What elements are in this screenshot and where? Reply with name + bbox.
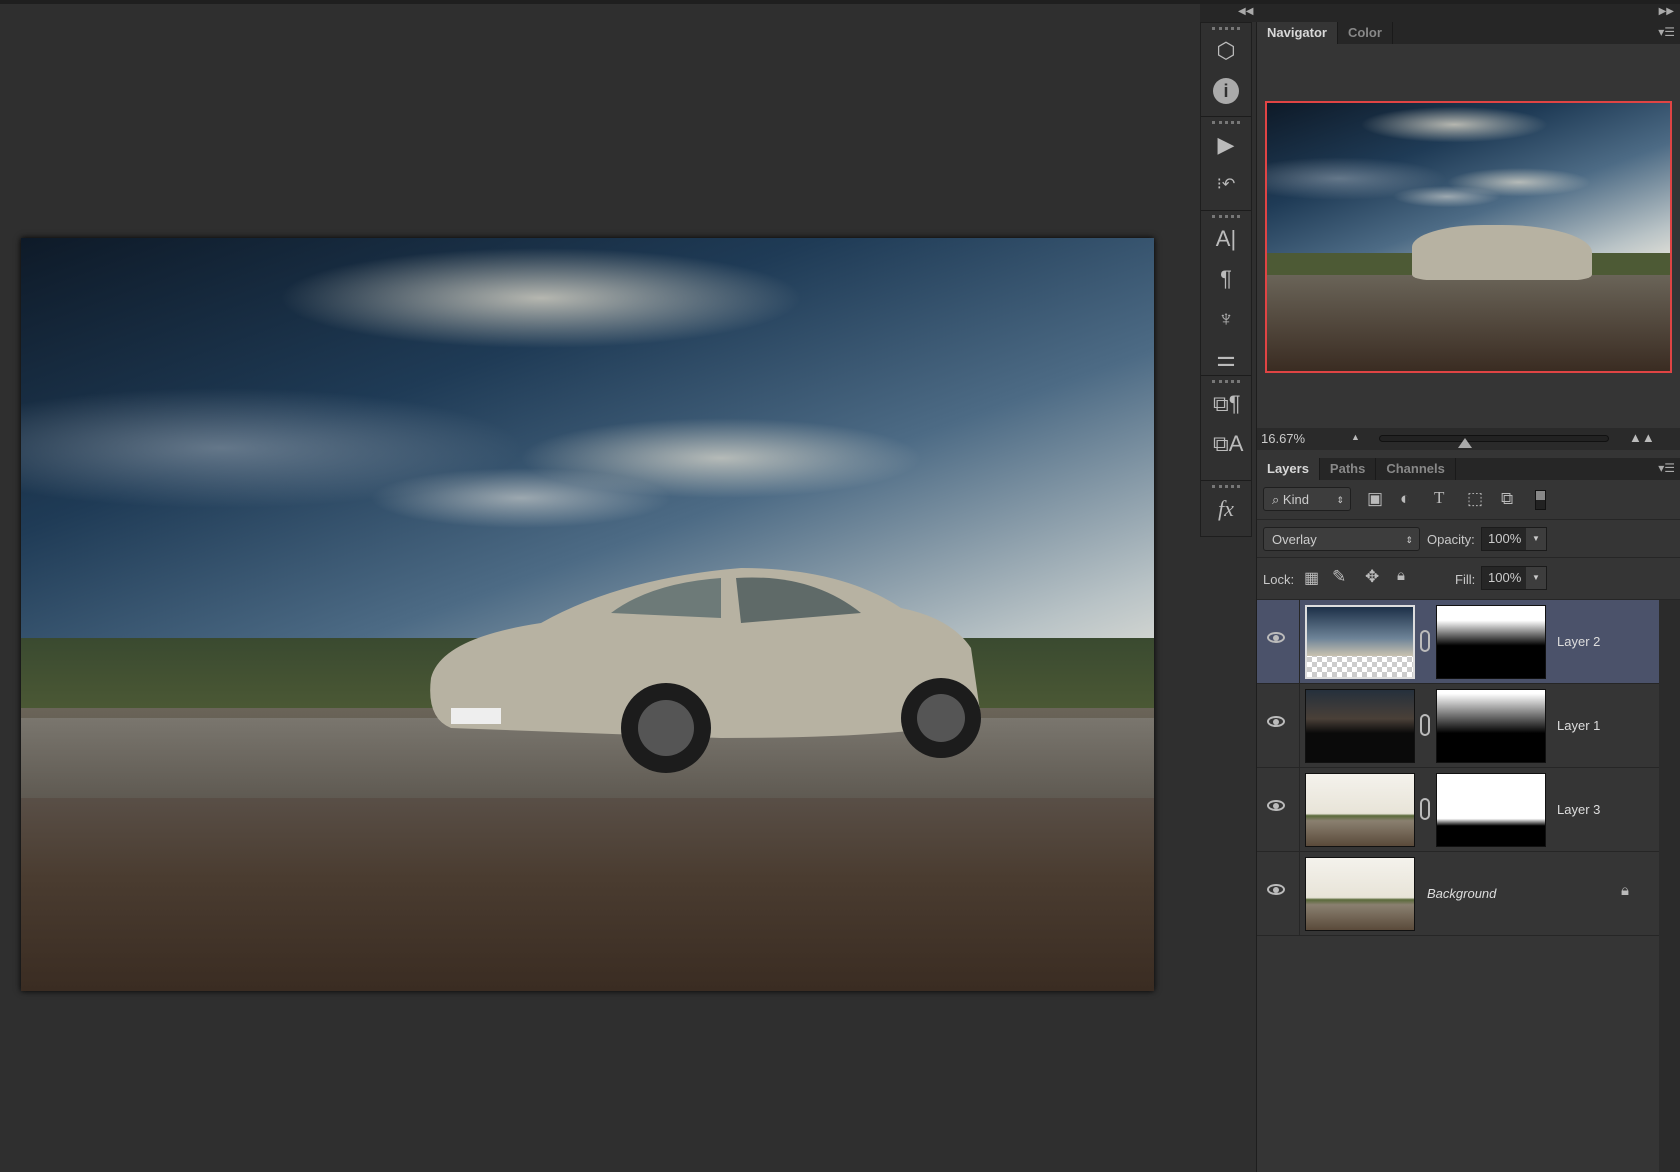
lock-row: Lock: ▦ ✎ ✥ 🔒︎ Fill: 100% ▼ [1257,558,1680,600]
tab-layers[interactable]: Layers [1257,458,1320,480]
info-icon[interactable]: i [1213,78,1239,104]
visibility-eye-icon[interactable] [1267,716,1285,727]
collapsed-panel-strip: ⬡ i ▶ ⁝↶ A| ¶ ♆ ⚌ ⧉¶ ⧉A fx [1200,22,1252,537]
opacity-field[interactable]: 100% ▼ [1481,527,1547,551]
opacity-dropdown-icon[interactable]: ▼ [1526,528,1546,550]
zoom-slider-thumb[interactable] [1458,438,1472,448]
filter-type-icon[interactable]: T [1434,488,1444,508]
blend-row: Overlay ⇕ Opacity: 100% ▼ [1257,520,1680,558]
layer-thumbnail[interactable] [1305,605,1415,679]
tab-channels[interactable]: Channels [1376,458,1456,480]
navigator-zoom-row: 16.67% ▲ ▲▲ [1257,428,1680,450]
brush-presets-icon[interactable]: ⚌ [1213,346,1239,372]
history-icon[interactable]: ⁝↶ [1213,172,1239,198]
visibility-eye-icon[interactable] [1267,632,1285,643]
grip-handle[interactable] [1212,215,1240,218]
right-panel-dock: Navigator Color ▾☰ 16.67% ▲ ▲▲ Layers Pa… [1256,22,1680,1172]
character-icon[interactable]: A| [1213,226,1239,252]
visibility-eye-icon[interactable] [1267,884,1285,895]
character-styles-icon[interactable]: ⧉A [1213,431,1243,457]
opacity-value: 100% [1488,531,1522,546]
grip-handle[interactable] [1212,121,1240,124]
layer-locked-icon[interactable]: 🔒︎ [1621,882,1629,899]
filter-shape-icon[interactable]: ⬚ [1467,489,1483,509]
layers-tabbar: Layers Paths Channels ▾☰ [1257,458,1680,480]
navigator-tabbar: Navigator Color ▾☰ [1257,22,1680,44]
mask-link-icon[interactable] [1420,714,1430,736]
document-canvas[interactable] [21,238,1154,991]
car-shape [430,568,982,773]
layer-filter-row: ⌕ Kind ⇕ ▣ ◐ T ⬚ ⧉ [1257,480,1680,520]
zoom-field[interactable]: 16.67% [1261,431,1305,446]
panel-menu-icon[interactable]: ▾☰ [1658,25,1675,39]
mask-link-icon[interactable] [1420,630,1430,652]
layer-row-layer-2[interactable]: Layer 2 [1257,600,1659,684]
fill-field[interactable]: 100% ▼ [1481,566,1547,590]
filter-pixel-icon[interactable]: ▣ [1367,489,1383,509]
layer-mask-thumbnail[interactable] [1436,773,1546,847]
layer-row-layer-3[interactable]: Layer 3 [1257,768,1659,852]
filter-toggle-switch[interactable] [1535,490,1546,510]
layer-name[interactable]: Background [1427,886,1496,901]
preview-car [1412,225,1592,280]
brushes-icon[interactable]: ♆ [1213,306,1239,332]
layer-thumbnail[interactable] [1305,689,1415,763]
tab-navigator[interactable]: Navigator [1257,22,1338,44]
lock-position-move-icon[interactable]: ✥ [1365,567,1379,587]
layer-name[interactable]: Layer 3 [1557,802,1600,817]
lock-pixels-brush-icon[interactable]: ✎ [1332,567,1346,587]
layer-row-layer-1[interactable]: Layer 1 [1257,684,1659,768]
layer-row-background[interactable]: Background 🔒︎ [1257,852,1659,936]
lock-label: Lock: [1263,572,1295,587]
grip-handle[interactable] [1212,380,1240,383]
filter-kind-select[interactable]: ⌕ Kind ⇕ [1263,487,1351,511]
filter-kind-label: Kind [1282,492,1309,507]
visibility-eye-icon[interactable] [1267,800,1285,811]
layer-mask-thumbnail[interactable] [1436,689,1546,763]
paragraph-icon[interactable]: ¶ [1213,266,1239,292]
layer-thumbnail[interactable] [1305,857,1415,931]
fill-dropdown-icon[interactable]: ▼ [1526,567,1546,589]
grip-handle[interactable] [1212,485,1240,488]
layer-name[interactable]: Layer 1 [1557,718,1600,733]
grip-handle[interactable] [1212,27,1240,30]
collapse-icons-icon[interactable]: ◀◀ [1238,6,1253,17]
zoom-slider[interactable] [1379,435,1609,442]
zoom-in-icon[interactable]: ▲▲ [1629,430,1655,445]
zoom-out-icon[interactable]: ▲ [1351,432,1360,442]
preview-ground [1267,275,1670,371]
filter-smart-object-icon[interactable]: ⧉ [1501,489,1513,509]
actions-play-icon[interactable]: ▶ [1213,132,1239,158]
tab-paths[interactable]: Paths [1320,458,1377,480]
blend-mode-select[interactable]: Overlay ⇕ [1263,527,1420,551]
opacity-label: Opacity: [1427,532,1475,547]
layer-name[interactable]: Layer 2 [1557,634,1600,649]
panel-dock-header: ◀◀ ▶▶ [1200,4,1680,22]
layer-thumbnail[interactable] [1305,773,1415,847]
tab-color[interactable]: Color [1338,22,1393,44]
3d-icon[interactable]: ⬡ [1213,38,1239,64]
layer-mask-thumbnail[interactable] [1436,605,1546,679]
paragraph-styles-icon[interactable]: ⧉¶ [1213,391,1241,417]
filter-adjustment-icon[interactable]: ◐ [1400,489,1410,509]
fill-label: Fill: [1455,572,1476,587]
expand-panels-icon[interactable]: ▶▶ [1659,6,1674,17]
blend-mode-value: Overlay [1272,532,1317,547]
mask-link-icon[interactable] [1420,798,1430,820]
lock-all-icon[interactable]: 🔒︎ [1397,567,1405,584]
styles-fx-icon[interactable]: fx [1213,496,1239,522]
fill-value: 100% [1488,570,1522,585]
layers-scrollbar[interactable] [1659,600,1680,1172]
navigator-preview[interactable] [1265,101,1672,373]
lock-transparency-icon[interactable]: ▦ [1304,568,1319,588]
panel-menu-icon[interactable]: ▾☰ [1658,461,1675,475]
